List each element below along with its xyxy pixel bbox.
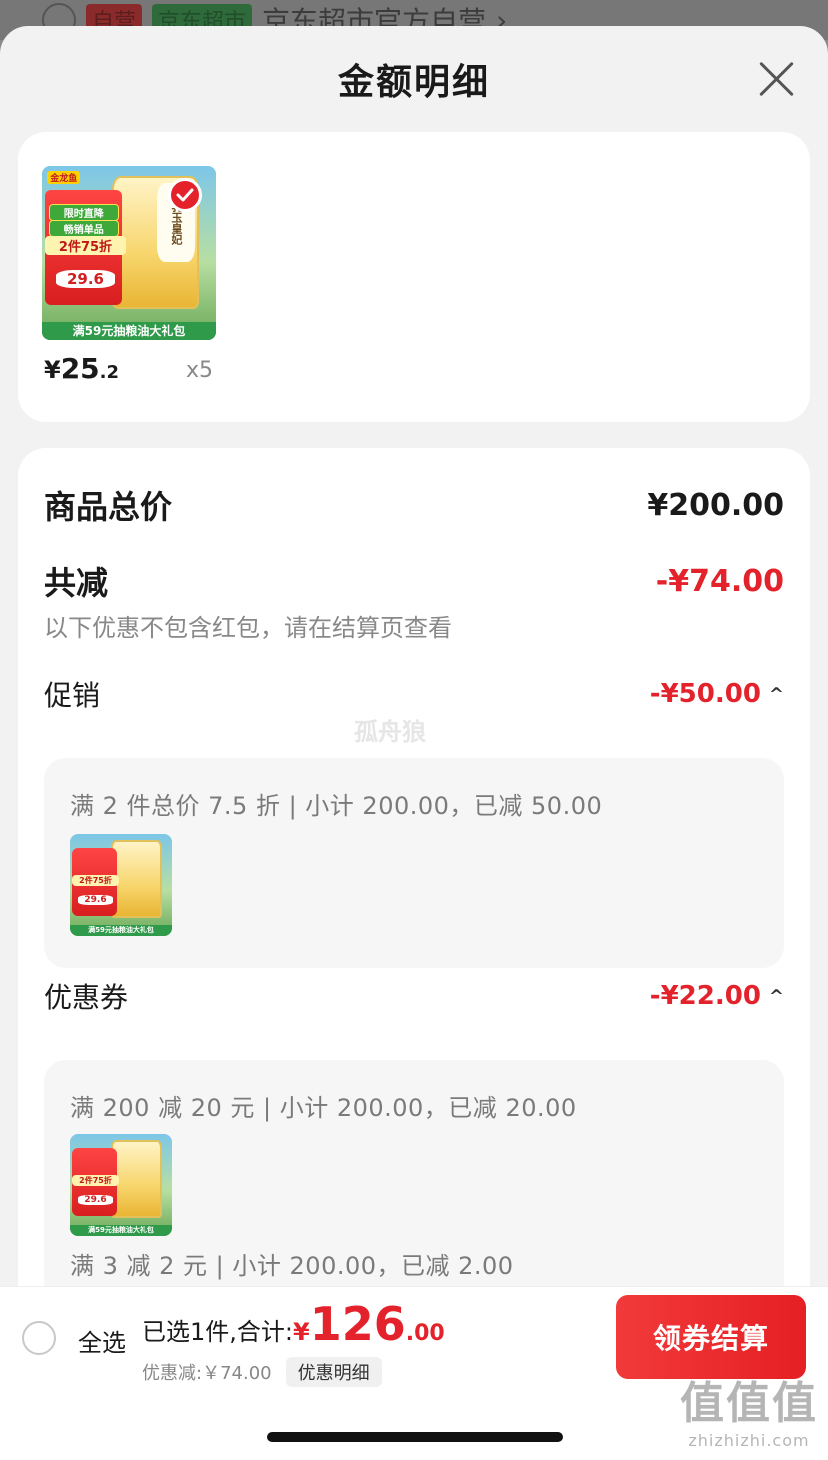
promotion-row[interactable]: 促销 -¥50.00 ^: [44, 674, 784, 714]
promotion-label: 促销: [44, 679, 101, 712]
promotion-value-wrap: -¥50.00 ^: [650, 679, 784, 709]
promo-discount: 2件75折: [45, 235, 126, 255]
sheet-title: 金额明细: [337, 62, 490, 103]
coupon-value: -¥22.00: [649, 981, 761, 1011]
total-reduce-row: 共减 -¥74.00: [44, 558, 784, 604]
goods-total-row: 商品总价 ¥200.00: [44, 482, 784, 528]
promo-tag-1: 限时直降: [48, 204, 119, 222]
goods-total-label: 商品总价: [44, 488, 173, 526]
promo-banner: 满59元抽粮油大礼包: [70, 925, 172, 936]
promo-discount: 2件75折: [72, 874, 119, 886]
coupon-detail-line-2: 满 3 减 2 元 | 小计 200.00，已减 2.00: [70, 1252, 514, 1280]
home-indicator[interactable]: [267, 1432, 563, 1442]
coupon-row[interactable]: 优惠券 -¥22.00 ^: [44, 976, 784, 1016]
promo-discount: 2件75折: [72, 1174, 119, 1186]
product-card: 乳玉皇妃 金龙鱼 限时直降 畅销单品 2件75折 29.6 满59元抽粮油大礼包…: [18, 132, 810, 422]
promo-tag-2: 畅销单品: [48, 219, 119, 237]
selected-count-label: 已选1件,合计:: [142, 1318, 293, 1346]
goods-total-value: ¥200.00: [647, 487, 784, 523]
promotion-product-thumb: 2件75折 29.6 满59元抽粮油大礼包: [70, 834, 172, 936]
coupon-value-wrap: -¥22.00 ^: [650, 981, 784, 1011]
select-all-radio[interactable]: [22, 1321, 56, 1355]
promotion-collapse-icon[interactable]: ^: [769, 684, 784, 705]
brand-logo: 金龙鱼: [47, 171, 81, 185]
total-reduce-label: 共减: [44, 564, 109, 602]
promotion-value: -¥50.00: [649, 679, 761, 709]
coupon-label: 优惠券: [44, 981, 129, 1014]
sheet-header: 金额明细: [0, 26, 828, 132]
promotion-detail-line: 满 2 件总价 7.5 折 | 小计 200.00，已减 50.00: [70, 792, 603, 820]
promo-price: 29.6: [78, 1195, 113, 1206]
total-currency: ¥: [292, 1318, 310, 1346]
promo-banner: 满59元抽粮油大礼包: [42, 322, 216, 340]
select-all-label[interactable]: 全选: [78, 1323, 126, 1358]
promotion-detail-box: 满 2 件总价 7.5 折 | 小计 200.00，已减 50.00 2件75折…: [44, 758, 784, 968]
checkout-summary: 已选1件,合计: ¥ 126 .00: [142, 1297, 445, 1351]
selected-check-icon: [168, 178, 202, 212]
site-watermark: 值值值 zhizhizhi.com: [680, 1367, 818, 1450]
discount-detail-button[interactable]: 优惠明细: [285, 1357, 382, 1387]
product-unit-price: ¥25.2: [44, 352, 119, 385]
site-watermark-logo: 值值值: [680, 1378, 818, 1429]
promo-banner: 满59元抽粮油大礼包: [70, 1225, 172, 1236]
coupon-collapse-icon[interactable]: ^: [769, 986, 784, 1007]
amount-detail-sheet: 金额明细 乳玉皇妃 金龙鱼 限时直降 畅销单品 2件75折 29.6 满59元抽…: [0, 26, 828, 1460]
discount-amount: 优惠减:￥74.00: [142, 1363, 272, 1384]
close-icon[interactable]: [756, 58, 796, 98]
site-watermark-url: zhizhizhi.com: [688, 1431, 810, 1450]
price-integer: 25: [60, 352, 100, 385]
exclusion-note: 以下优惠不包含红包，请在结算页查看: [44, 614, 452, 642]
center-watermark: 孤舟狼: [354, 718, 426, 746]
total-reduce-value: -¥74.00: [655, 563, 784, 599]
coupon-detail-line-1: 满 200 减 20 元 | 小计 200.00，已减 20.00: [70, 1094, 577, 1122]
discount-line: 优惠减:￥74.00 优惠明细: [142, 1357, 382, 1387]
price-currency: ¥: [44, 356, 61, 384]
promo-price: 29.6: [78, 895, 113, 906]
price-decimal: .2: [99, 362, 120, 383]
amount-detail-card: 商品总价 ¥200.00 共减 -¥74.00 以下优惠不包含红包，请在结算页查…: [18, 448, 810, 1394]
total-decimal: .00: [405, 1321, 445, 1346]
total-integer: 126: [309, 1297, 406, 1351]
product-quantity: x5: [186, 358, 214, 383]
coupon-product-thumb-1: 2件75折 29.6 满59元抽粮油大礼包: [70, 1134, 172, 1236]
promo-price: 29.6: [55, 270, 116, 289]
